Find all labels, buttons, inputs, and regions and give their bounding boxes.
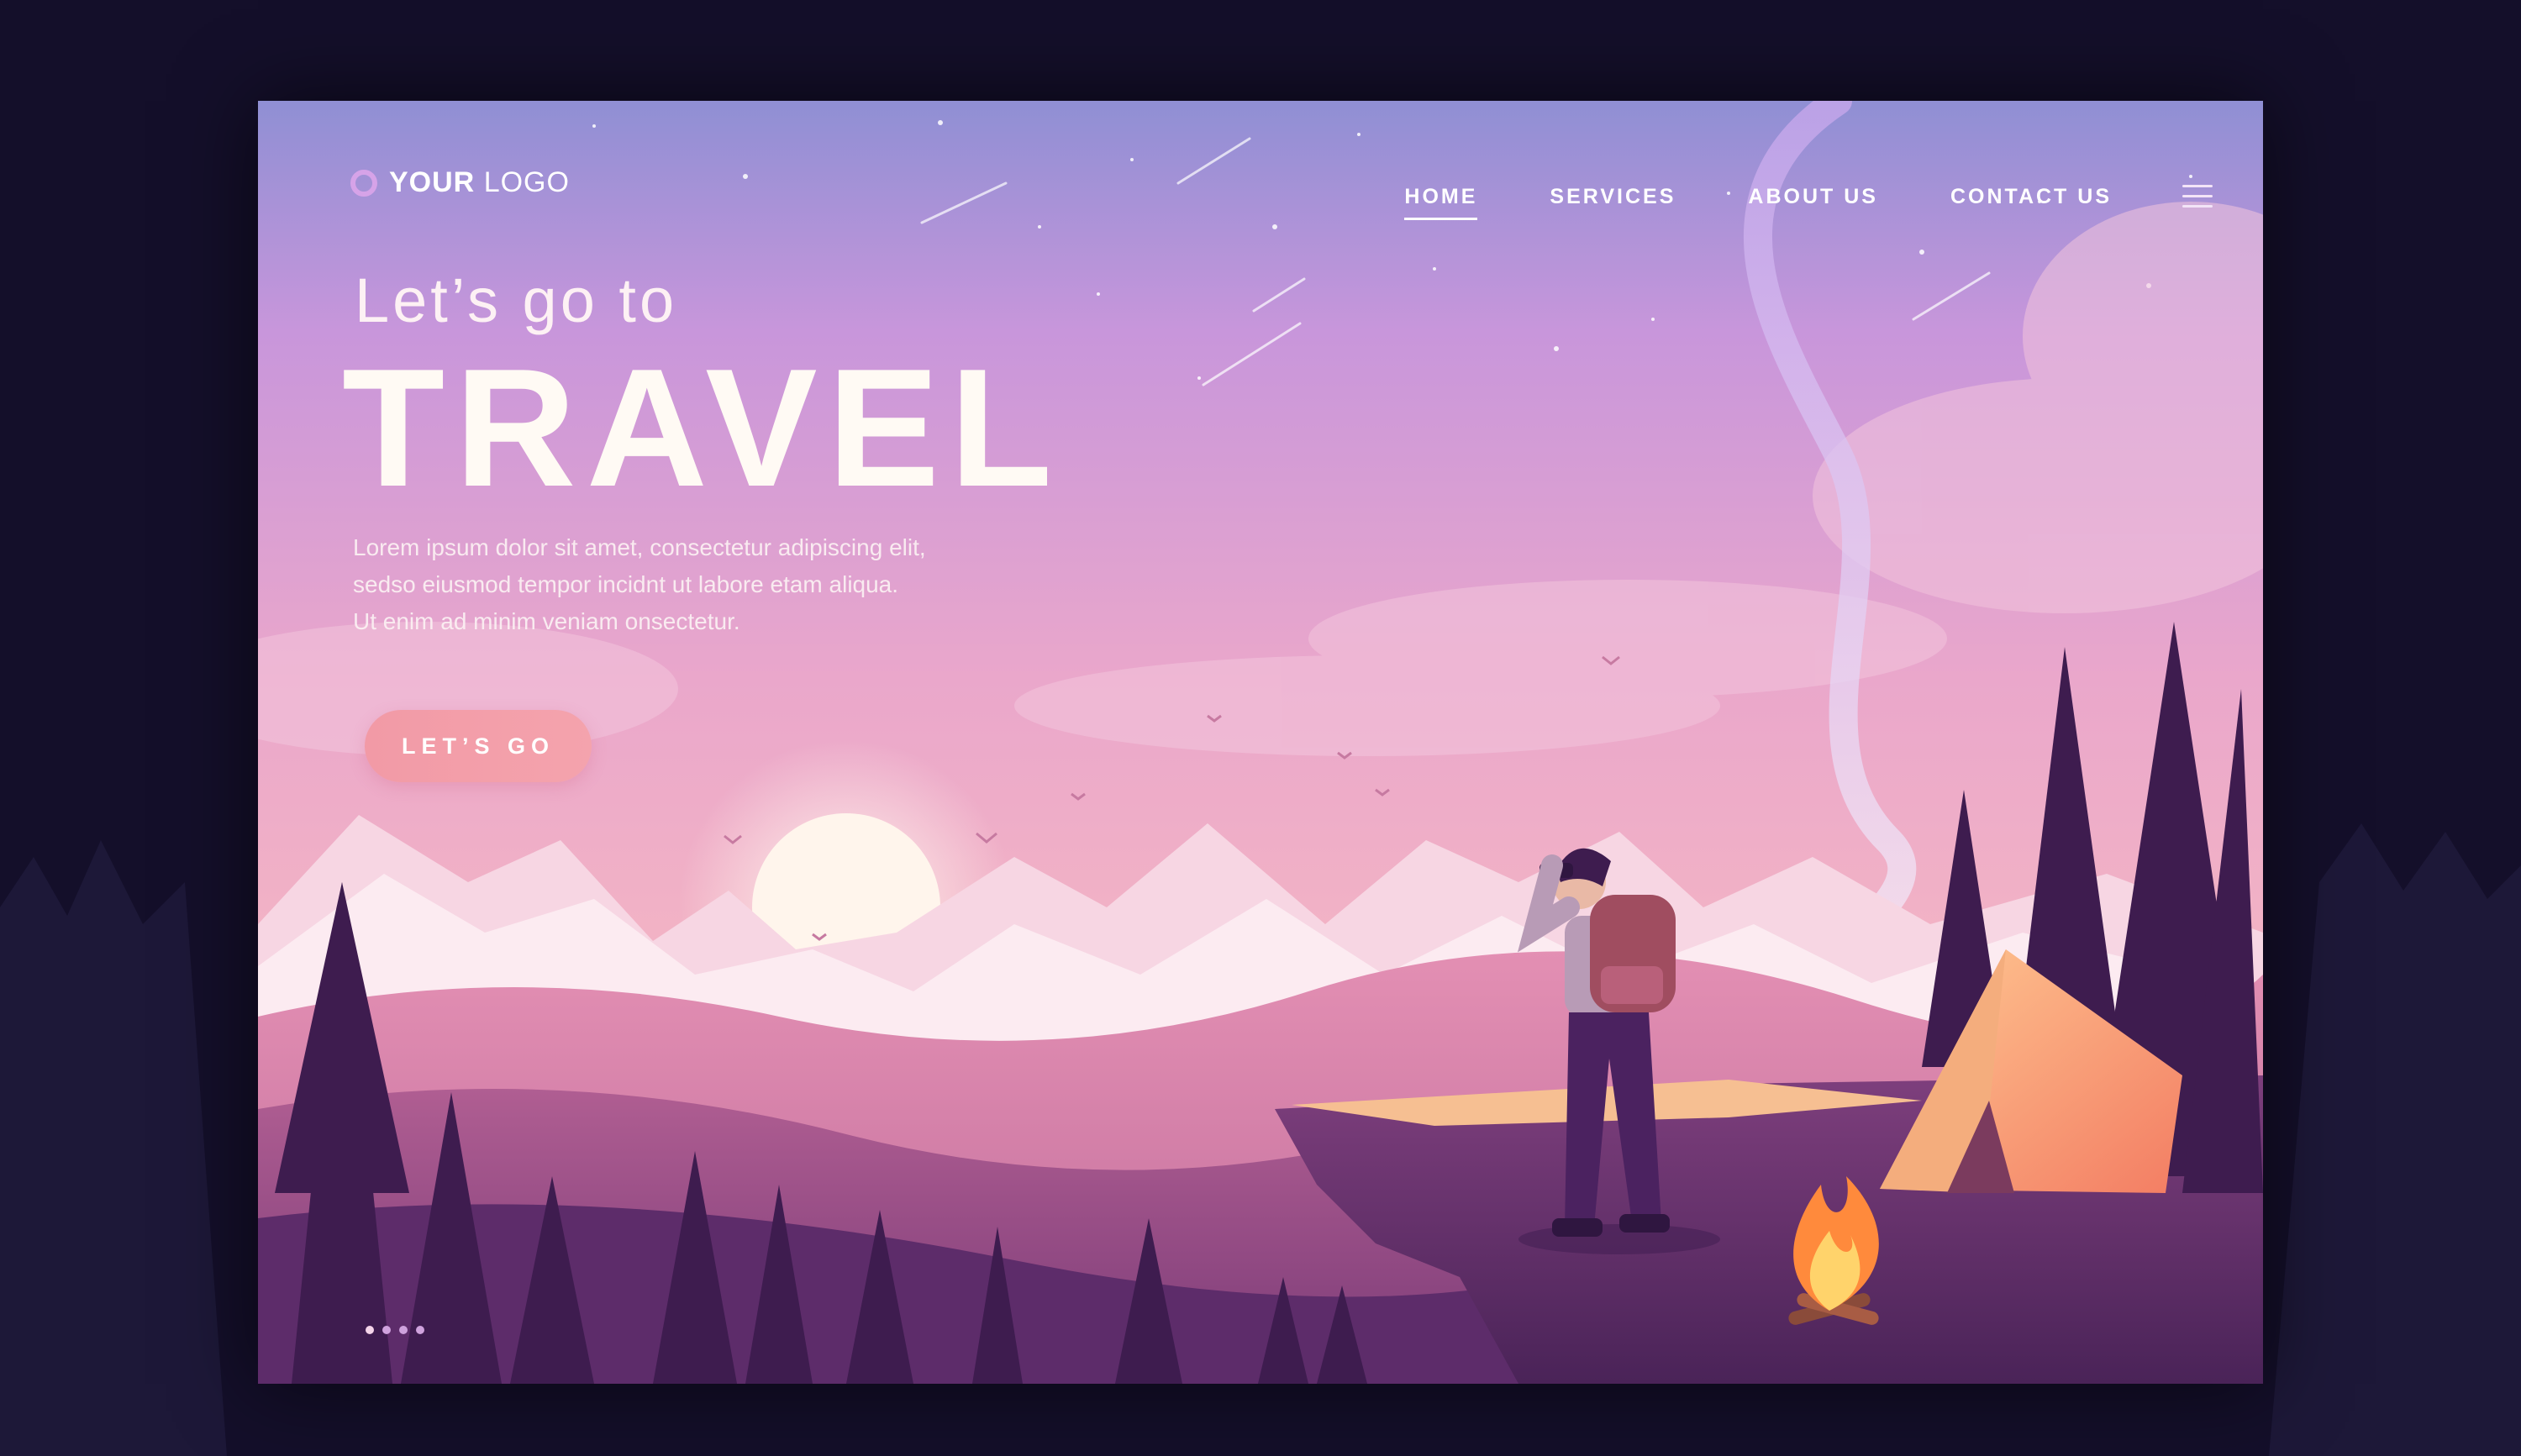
hero-title: TRAVEL — [342, 334, 1063, 522]
nav-item-services[interactable]: SERVICES — [1550, 185, 1676, 220]
slider-pagination — [366, 1326, 424, 1334]
logo-ring-icon — [350, 169, 377, 197]
hero-subtitle: Let’s go to — [355, 265, 678, 335]
pagination-dot[interactable] — [416, 1326, 424, 1334]
site-logo[interactable]: YOUR LOGO — [350, 166, 570, 199]
logo-text: YOUR LOGO — [389, 166, 570, 199]
hamburger-menu-icon[interactable] — [2182, 185, 2213, 210]
logo-text-light: LOGO — [483, 166, 570, 198]
pagination-dot[interactable] — [366, 1326, 374, 1334]
landing-page: YOUR LOGO HOME SERVICES ABOUT US CONTACT… — [258, 101, 2263, 1384]
pagination-dot[interactable] — [382, 1326, 391, 1334]
hero-description-line: sedso eiusmod tempor incidnt ut labore e… — [353, 571, 899, 597]
hero-description-line: Lorem ipsum dolor sit amet, consectetur … — [353, 534, 926, 560]
lets-go-button[interactable]: LET’S GO — [365, 710, 592, 782]
hero-description: Lorem ipsum dolor sit amet, consectetur … — [353, 529, 1025, 640]
nav-item-contact-us[interactable]: CONTACT US — [1950, 185, 2112, 220]
nav-item-about-us[interactable]: ABOUT US — [1748, 185, 1878, 220]
pagination-dot[interactable] — [399, 1326, 408, 1334]
nav-item-home[interactable]: HOME — [1404, 185, 1478, 220]
main-nav: HOME SERVICES ABOUT US CONTACT US — [1404, 185, 2112, 220]
logo-text-bold: YOUR — [389, 166, 476, 198]
hero-description-line: Ut enim ad minim veniam onsectetur. — [353, 608, 740, 634]
